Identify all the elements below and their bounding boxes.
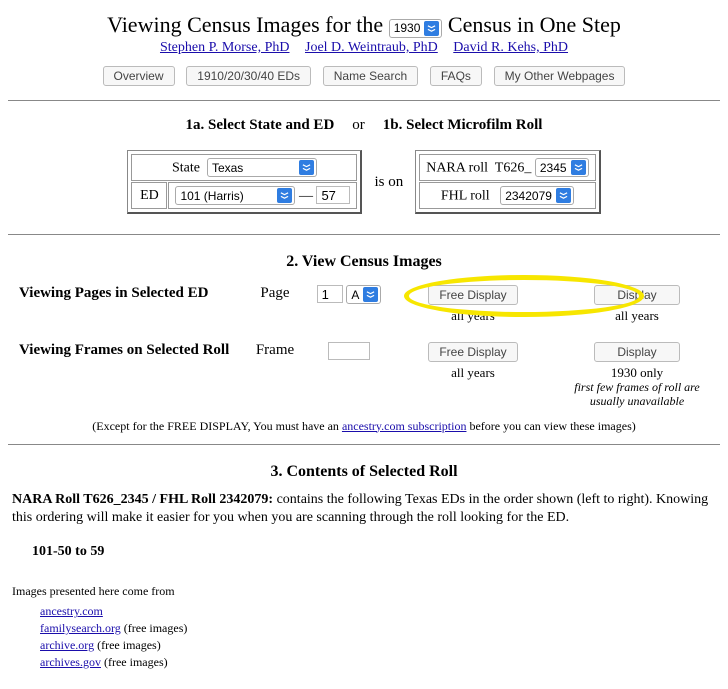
chevron-down-icon	[363, 287, 378, 302]
ed-label: ED	[131, 182, 167, 209]
familysearch-link[interactable]: familysearch.org	[40, 621, 121, 635]
frame-input[interactable]	[328, 342, 370, 360]
section-1b-title: 1b. Select Microfilm Roll	[383, 117, 543, 134]
author-link-1[interactable]: Stephen P. Morse, PhD	[160, 40, 290, 55]
nara-value: 2345	[540, 161, 567, 175]
author-link-3[interactable]: David R. Kehs, PhD	[453, 40, 568, 55]
archives-gov-link[interactable]: archives.gov	[40, 655, 101, 669]
author-link-2[interactable]: Joel D. Weintraub, PhD	[305, 40, 438, 55]
ancestry-subscription-link[interactable]: ancestry.com subscription	[342, 419, 467, 433]
fhl-label: FHL roll	[441, 189, 490, 204]
ed-range: 101-50 to 59	[32, 544, 720, 560]
archive-org-link[interactable]: archive.org	[40, 638, 94, 652]
fhl-value: 2342079	[505, 189, 552, 203]
eds-button[interactable]: 1910/20/30/40 EDs	[186, 66, 311, 86]
display-pages-button[interactable]: Display	[594, 285, 679, 305]
subscription-disclaimer: (Except for the FREE DISPLAY, You must h…	[8, 419, 720, 434]
faqs-button[interactable]: FAQs	[430, 66, 482, 86]
chevron-down-icon	[277, 188, 292, 203]
footer-links-list: ancestry.com familysearch.org (free imag…	[40, 603, 716, 670]
all-years-note: all years	[557, 308, 717, 324]
state-value: Texas	[212, 161, 295, 175]
nara-label: NARA roll	[426, 161, 488, 176]
page-title: Viewing Census Images for the 1930 Censu…	[8, 12, 720, 38]
roll-box: NARA roll T626_ 2345 FHL roll 2342079	[415, 150, 600, 214]
display-frames-button[interactable]: Display	[594, 342, 679, 362]
state-select[interactable]: Texas	[207, 158, 317, 177]
state-ed-box: State Texas ED 101 (Harris) —	[127, 150, 362, 214]
is-on-label: is on	[374, 174, 403, 191]
name-search-button[interactable]: Name Search	[323, 66, 418, 86]
page-side-select[interactable]: A	[346, 285, 381, 304]
page-input[interactable]	[317, 285, 343, 303]
ed-dash: —	[299, 189, 313, 204]
authors: Stephen P. Morse, PhD Joel D. Weintraub,…	[8, 40, 720, 56]
all-years-note: all years	[393, 308, 553, 324]
ed-value: 101 (Harris)	[180, 189, 273, 203]
nav-toolbar: Overview 1910/20/30/40 EDs Name Search F…	[8, 66, 720, 86]
free-display-frames-button[interactable]: Free Display	[428, 342, 517, 362]
free-display-pages-button[interactable]: Free Display	[428, 285, 517, 305]
section-3-title: 3. Contents of Selected Roll	[8, 463, 720, 481]
divider	[8, 444, 720, 445]
divider	[8, 100, 720, 101]
chevron-down-icon	[424, 21, 439, 36]
chevron-down-icon	[556, 188, 571, 203]
state-label: State	[172, 161, 200, 176]
year-only-note: 1930 only	[557, 365, 717, 381]
year-select[interactable]: 1930	[389, 19, 443, 38]
footer-intro: Images presented here come from	[12, 584, 716, 599]
title-post: Census in One Step	[448, 12, 621, 37]
overview-button[interactable]: Overview	[103, 66, 175, 86]
all-years-note: all years	[393, 365, 553, 381]
other-webpages-button[interactable]: My Other Webpages	[494, 66, 626, 86]
page-label: Page	[245, 285, 305, 302]
ed-select[interactable]: 101 (Harris)	[175, 186, 295, 205]
year-value: 1930	[394, 21, 421, 35]
frame-warning: first few frames of roll are usually una…	[557, 381, 717, 409]
divider	[8, 234, 720, 235]
frame-label: Frame	[245, 342, 305, 359]
or-label: or	[352, 117, 365, 134]
nara-roll-select[interactable]: 2345	[535, 158, 589, 177]
ancestry-link[interactable]: ancestry.com	[40, 604, 103, 618]
pages-label: Viewing Pages in Selected ED	[11, 285, 241, 302]
chevron-down-icon	[299, 160, 314, 175]
section-2-title: 2. View Census Images	[8, 253, 720, 271]
chevron-down-icon	[571, 160, 586, 175]
title-pre: Viewing Census Images for the	[107, 12, 383, 37]
fhl-roll-select[interactable]: 2342079	[500, 186, 574, 205]
frames-label: Viewing Frames on Selected Roll	[11, 342, 241, 359]
nara-prefix: T626_	[495, 161, 532, 176]
ed-sub-input[interactable]	[316, 186, 350, 204]
roll-summary-bold: NARA Roll T626_2345 / FHL Roll 2342079:	[12, 492, 273, 507]
section-1a-title: 1a. Select State and ED	[186, 117, 335, 134]
page-side-value: A	[351, 288, 359, 302]
